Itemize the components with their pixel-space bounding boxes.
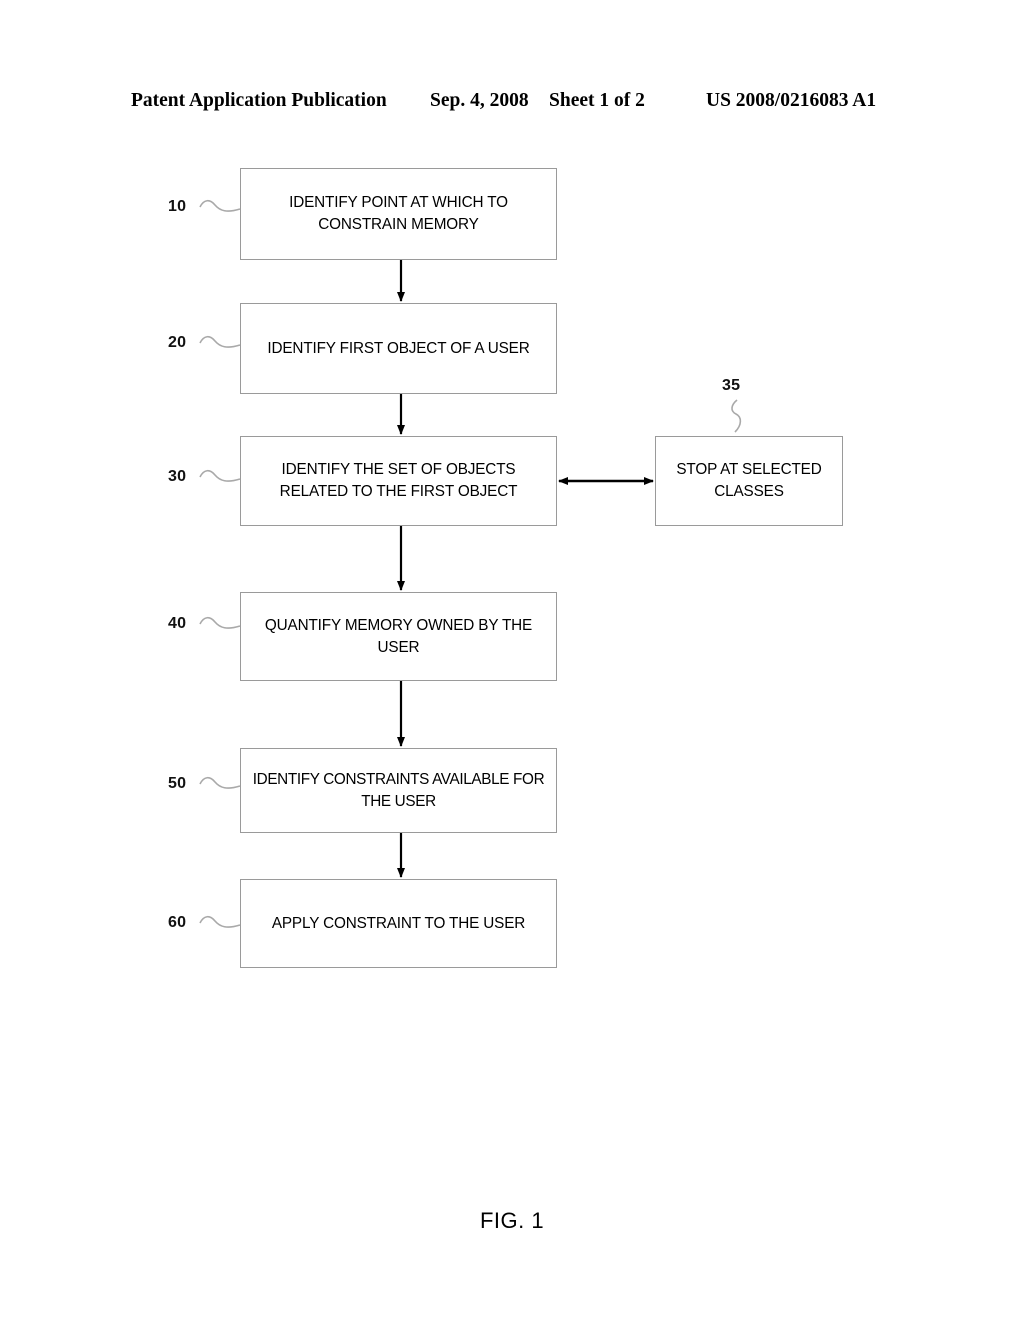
leader-line-10-icon bbox=[199, 199, 241, 212]
reference-numeral-20: 20 bbox=[168, 334, 187, 351]
process-box-20[interactable]: IDENTIFY FIRST OBJECT OF A USER bbox=[240, 303, 557, 394]
reference-numeral-50: 50 bbox=[168, 775, 187, 792]
process-box-10-label: IDENTIFY POINT AT WHICH TO CONSTRAIN MEM… bbox=[289, 194, 508, 233]
process-box-50-label: IDENTIFY CONSTRAINTS AVAILABLE FOR THE U… bbox=[252, 770, 545, 810]
process-box-30[interactable]: IDENTIFY THE SET OF OBJECTS RELATED TO T… bbox=[240, 436, 557, 526]
process-box-60-label: APPLY CONSTRAINT TO THE USER bbox=[271, 914, 526, 932]
leader-line-40-icon bbox=[199, 616, 241, 629]
process-box-30-label: IDENTIFY THE SET OF OBJECTS RELATED TO T… bbox=[279, 461, 518, 500]
leader-line-60-icon bbox=[199, 915, 241, 928]
process-box-35[interactable]: STOP AT SELECTED CLASSES bbox=[655, 436, 843, 526]
process-box-40[interactable]: QUANTIFY MEMORY OWNED BY THE USER bbox=[240, 592, 557, 681]
figure-caption: FIG. 1 bbox=[479, 1208, 545, 1233]
reference-numeral-30: 30 bbox=[168, 468, 187, 485]
process-box-50[interactable]: IDENTIFY CONSTRAINTS AVAILABLE FOR THE U… bbox=[240, 748, 557, 833]
process-box-35-label: STOP AT SELECTED CLASSES bbox=[676, 461, 822, 500]
flowchart-figure: IDENTIFY POINT AT WHICH TO CONSTRAIN MEM… bbox=[0, 0, 1024, 1320]
reference-numeral-35: 35 bbox=[722, 377, 741, 394]
leader-line-50-icon bbox=[199, 776, 241, 789]
leader-line-20-icon bbox=[199, 335, 241, 348]
leader-line-35-icon bbox=[731, 399, 742, 433]
process-box-20-label: IDENTIFY FIRST OBJECT OF A USER bbox=[267, 339, 530, 357]
reference-numeral-60: 60 bbox=[168, 914, 187, 931]
leader-line-30-icon bbox=[199, 469, 241, 482]
reference-numeral-40: 40 bbox=[168, 615, 187, 632]
process-box-10[interactable]: IDENTIFY POINT AT WHICH TO CONSTRAIN MEM… bbox=[240, 168, 557, 260]
reference-numeral-10: 10 bbox=[168, 198, 187, 215]
process-box-40-label: QUANTIFY MEMORY OWNED BY THE USER bbox=[264, 616, 533, 656]
process-box-60[interactable]: APPLY CONSTRAINT TO THE USER bbox=[240, 879, 557, 968]
